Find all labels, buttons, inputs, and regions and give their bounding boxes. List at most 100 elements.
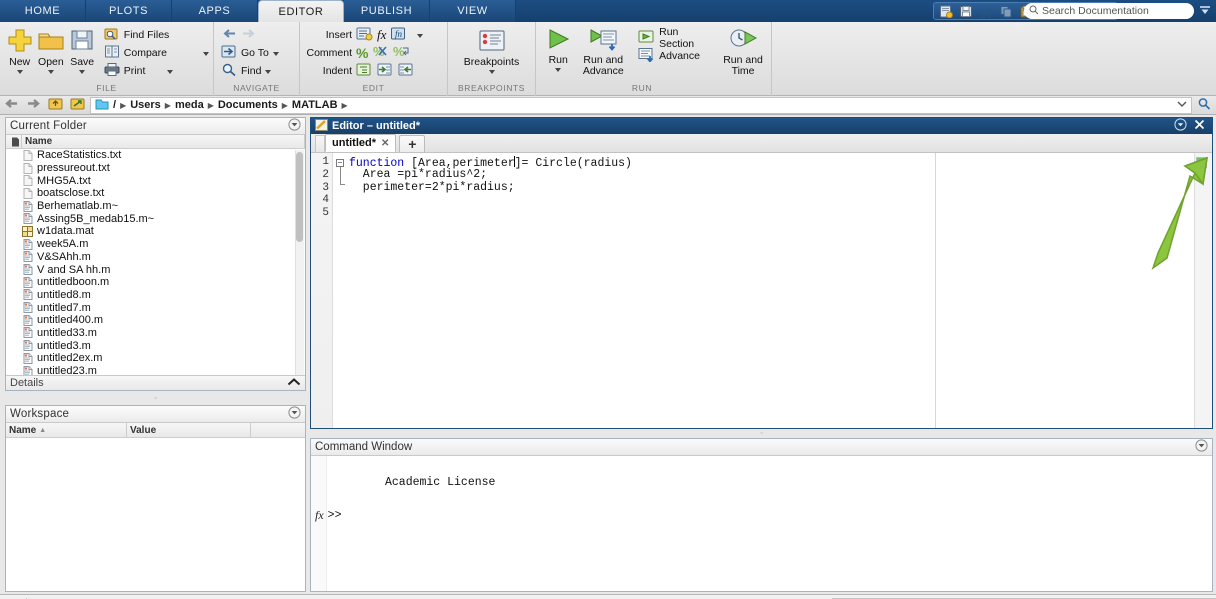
file-list-item[interactable]: untitled400.m <box>6 314 305 327</box>
command-window-body[interactable]: Academic License fx >> <box>311 456 1212 591</box>
chevron-down-icon[interactable] <box>272 52 279 56</box>
cut-icon[interactable] <box>976 3 995 19</box>
chevron-down-icon[interactable] <box>555 68 562 72</box>
editor-tab-grip[interactable] <box>315 135 325 152</box>
file-list-item[interactable]: pressureout.txt <box>6 162 305 175</box>
file-list-item[interactable]: untitled3.m <box>6 339 305 352</box>
save-button[interactable]: Save <box>67 25 98 74</box>
back-arrow-icon[interactable] <box>2 97 21 113</box>
file-list-item[interactable]: V&SAhh.m <box>6 251 305 264</box>
analyzer-gutter[interactable] <box>1194 153 1212 428</box>
save-icon[interactable] <box>956 3 975 19</box>
file-list-item[interactable]: V and SA hh.m <box>6 263 305 276</box>
run-button[interactable]: Run <box>540 25 576 72</box>
new-tab-button[interactable]: + <box>399 135 426 152</box>
chevron-down-icon[interactable] <box>202 52 209 56</box>
code-line[interactable]: perimeter=2*pi*radius; <box>349 181 1212 195</box>
breadcrumb[interactable]: / ▶ Users ▶ meda ▶ Documents ▶ MATLAB ▶ <box>90 96 1192 114</box>
tab-home[interactable]: HOME <box>0 0 86 22</box>
file-list-item[interactable]: untitled2ex.m <box>6 352 305 365</box>
file-list-item[interactable]: week5A.m <box>6 238 305 251</box>
panel-menu-icon[interactable] <box>288 406 301 422</box>
breadcrumb-matlab[interactable]: MATLAB <box>292 99 338 111</box>
uncomment-icon[interactable]: % <box>372 44 389 62</box>
comment-percent-icon[interactable]: % <box>356 46 368 60</box>
chevron-down-icon[interactable] <box>167 70 174 74</box>
code-fold-toggle[interactable]: − <box>336 159 344 167</box>
code-editor-area[interactable]: 1 2 3 4 5 − function [Area,perimeter]= C… <box>311 153 1212 428</box>
file-list-item[interactable]: Assing5B_medab15.m~ <box>6 212 305 225</box>
file-list-item[interactable]: w1data.mat <box>6 225 305 238</box>
code-line[interactable] <box>349 194 1212 207</box>
file-list-item[interactable]: MHG5A.txt <box>6 174 305 187</box>
panel-menu-icon[interactable] <box>288 118 301 134</box>
smart-indent-icon[interactable] <box>356 62 373 80</box>
breadcrumb-meda[interactable]: meda <box>175 99 204 111</box>
details-bar[interactable]: Details <box>6 375 305 390</box>
tab-view[interactable]: VIEW <box>430 0 516 22</box>
path-dropdown-icon[interactable] <box>1177 99 1191 111</box>
code-line[interactable] <box>349 207 1212 220</box>
compare-button[interactable]: Compare <box>104 44 209 62</box>
tab-plots[interactable]: PLOTS <box>86 0 172 22</box>
forward-arrow-icon[interactable] <box>24 97 43 113</box>
minimize-ribbon-icon[interactable] <box>1197 3 1213 19</box>
insert-fn-icon[interactable]: fn <box>390 26 407 44</box>
open-button[interactable]: Open <box>35 25 66 74</box>
tab-apps[interactable]: APPS <box>172 0 258 22</box>
editor-command-splitter[interactable]: ◦ <box>310 429 1213 438</box>
new-script-icon[interactable] <box>936 3 955 19</box>
chevron-down-icon[interactable] <box>265 70 272 74</box>
find-button[interactable]: Find <box>221 62 279 80</box>
file-list-item[interactable]: RaceStatistics.txt <box>6 149 305 162</box>
advance-button[interactable]: Advance <box>638 47 713 65</box>
workspace-col-value[interactable]: Value <box>127 422 251 438</box>
panel-menu-icon[interactable] <box>1195 439 1208 455</box>
tab-editor[interactable]: EDITOR <box>258 0 344 22</box>
fx-icon[interactable]: fx <box>315 508 324 523</box>
chevron-up-icon[interactable] <box>287 377 301 390</box>
run-and-time-button[interactable]: Run and Time <box>719 25 767 77</box>
go-to-button[interactable]: Go To <box>221 44 279 62</box>
editor-tab-untitled[interactable]: untitled* ✕ <box>325 134 397 152</box>
print-button[interactable]: Print <box>104 62 209 80</box>
file-list-item[interactable]: boatsclose.txt <box>6 187 305 200</box>
path-search-icon[interactable] <box>1195 97 1214 113</box>
breakpoints-button[interactable]: Breakpoints <box>454 27 530 74</box>
insert-function-icon[interactable]: fx <box>377 27 386 43</box>
panel-menu-icon[interactable] <box>1174 118 1187 134</box>
command-prompt[interactable]: fx >> <box>315 508 341 523</box>
new-button[interactable]: New <box>4 25 35 74</box>
file-list-item[interactable]: untitled33.m <box>6 327 305 340</box>
search-documentation[interactable]: Search Documentation <box>1024 3 1194 19</box>
run-and-advance-button[interactable]: Run and Advance <box>576 25 630 77</box>
browse-folder-icon[interactable] <box>68 97 87 113</box>
file-list-item[interactable]: Berhematlab.m~ <box>6 200 305 213</box>
chevron-down-icon[interactable] <box>488 70 495 74</box>
breadcrumb-documents[interactable]: Documents <box>218 99 278 111</box>
indent-left-icon[interactable] <box>398 62 415 80</box>
file-column-name[interactable]: Name <box>22 134 305 149</box>
chevron-down-icon[interactable] <box>47 70 54 74</box>
code-text[interactable]: function [Area,perimeter]= Circle(radius… <box>349 153 1212 428</box>
file-list-scrollbar[interactable] <box>295 150 304 375</box>
close-icon[interactable]: ✕ <box>381 138 389 149</box>
code-fold-gutter[interactable]: − <box>333 153 349 428</box>
tab-publish[interactable]: PUBLISH <box>344 0 430 22</box>
workspace-col-name[interactable]: Name ▲ <box>6 422 127 438</box>
file-list-scroll-thumb[interactable] <box>296 152 303 242</box>
up-folder-icon[interactable] <box>46 97 65 113</box>
forward-arrow-icon[interactable] <box>241 26 257 44</box>
find-files-button[interactable]: Find Files <box>104 26 209 44</box>
file-list-item[interactable]: untitledboon.m <box>6 276 305 289</box>
chevron-down-icon[interactable] <box>16 70 23 74</box>
panel-splitter[interactable]: ◦ <box>5 394 306 402</box>
file-list-item[interactable]: untitled8.m <box>6 289 305 302</box>
chevron-down-icon[interactable] <box>79 70 86 74</box>
breadcrumb-users[interactable]: Users <box>130 99 161 111</box>
copy-icon[interactable] <box>996 3 1015 19</box>
breadcrumb-root[interactable]: / <box>113 99 116 111</box>
workspace-rows[interactable] <box>6 438 305 591</box>
run-section-button[interactable]: Run Section <box>638 26 713 50</box>
wrap-comment-icon[interactable]: % <box>393 44 410 62</box>
